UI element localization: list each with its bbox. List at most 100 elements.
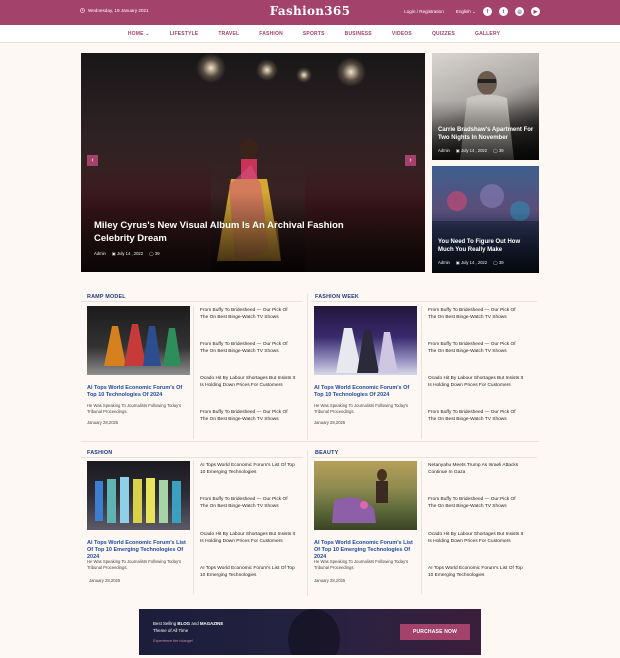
hero-date-wrap: ▣ July 14 , 2022 xyxy=(112,251,143,256)
side-post-date-wrap: ▣ July 14 , 2022 xyxy=(456,148,487,153)
login-link[interactable]: Login / Registration xyxy=(404,9,444,14)
list-item[interactable]: Ocado Hit By Labour Shortages But Insist… xyxy=(200,376,296,390)
nav-fashion[interactable]: FASHION xyxy=(259,31,283,37)
column-divider xyxy=(193,306,194,439)
list-item[interactable]: From Buffy To Bridesheed — Our Pick Of T… xyxy=(200,410,296,424)
side-post-meta: Admin ▣ July 14 , 2022 ◯ 39 xyxy=(438,260,504,265)
side-post[interactable]: You Need To Figure Out How Much You Real… xyxy=(432,166,539,273)
facebook-icon[interactable]: f xyxy=(483,7,492,16)
list-item[interactable]: From Buffy To Bridesheed — Our Pick Of T… xyxy=(428,308,524,322)
chevron-down-icon: ⌄ xyxy=(472,8,476,14)
side-post-author: Admin xyxy=(438,148,450,153)
side-post-comments: 39 xyxy=(498,260,504,265)
purchase-now-button[interactable]: PURCHASE NOW xyxy=(400,624,470,640)
comment-icon: ◯ xyxy=(149,251,154,256)
column-divider xyxy=(421,461,422,594)
twitter-icon[interactable]: t xyxy=(499,7,508,16)
feature-title[interactable]: AI Tops World Economic Forum's List Of T… xyxy=(314,540,418,561)
language-select[interactable]: English ⌄ xyxy=(456,9,476,15)
main-nav: HOME ⌄ LIFESTYLE TRAVEL FASHION SPORTS B… xyxy=(0,25,620,43)
column-divider xyxy=(193,461,194,594)
feature-thumbnail[interactable] xyxy=(87,461,190,530)
chevron-down-icon: ⌄ xyxy=(145,31,150,37)
feature-thumbnail[interactable] xyxy=(314,306,417,375)
side-post-title[interactable]: Carrie Bradshaw's Apartment For Two Nigh… xyxy=(438,126,536,142)
hero-meta: Admin ▣ July 14 , 2022 ◯ 39 xyxy=(94,251,160,256)
hero-title[interactable]: Miley Cyrus's New Visual Album Is An Arc… xyxy=(94,219,384,245)
side-post[interactable]: Carrie Bradshaw's Apartment For Two Nigh… xyxy=(432,53,539,160)
side-post-date: July 14 , 2022 xyxy=(461,148,488,153)
list-item[interactable]: AI Tops World Economic Forum's List Of T… xyxy=(200,463,296,477)
banner-line2: Theme of All Time xyxy=(153,627,189,633)
list-item[interactable]: From Buffy To Bridesheed — Our Pick Of T… xyxy=(200,497,296,511)
nav-gallery[interactable]: GALLERY xyxy=(475,31,500,37)
nav-business[interactable]: BUSINESS xyxy=(345,31,372,37)
feature-image xyxy=(95,477,181,523)
calendar-icon: ▣ xyxy=(455,148,460,153)
slider-next-button[interactable]: › xyxy=(405,155,416,166)
nav-sports[interactable]: SPORTS xyxy=(303,31,325,37)
section-divider xyxy=(311,301,537,302)
list-item[interactable]: From Buffy To Bridesheed — Our Pick Of T… xyxy=(200,308,296,322)
hero-slider[interactable]: ‹ › Miley Cyrus's New Visual Album Is An… xyxy=(81,53,425,272)
side-post-date: July 14 , 2022 xyxy=(461,260,488,265)
banner-line1-prefix: Best Selling xyxy=(153,621,178,626)
feature-image xyxy=(332,469,388,523)
side-post-meta: Admin ▣ July 14 , 2022 ◯ 39 xyxy=(438,148,504,153)
list-item[interactable]: AI Tops World Economic Forum's List Of T… xyxy=(428,566,524,580)
list-item[interactable]: From Buffy To Bridesheed — Our Pick Of T… xyxy=(200,342,296,356)
header-actions: Login / Registration English ⌄ f t ◎ ▶ xyxy=(404,7,540,16)
banner-subtext: Experience the change! xyxy=(153,639,193,643)
feature-date: January 28,2025 xyxy=(314,578,346,583)
section-divider xyxy=(81,457,303,458)
section-heading[interactable]: FASHION xyxy=(87,450,112,456)
feature-description: He Was Speaking To Journalists Following… xyxy=(314,559,409,570)
side-post-author: Admin xyxy=(438,260,450,265)
list-item[interactable]: From Buffy To Bridesheed — Our Pick Of T… xyxy=(428,410,524,424)
slider-prev-button[interactable]: ‹ xyxy=(87,155,98,166)
feature-title[interactable]: AI Tops World Economic Forum's Of Top 10… xyxy=(87,385,191,399)
feature-image xyxy=(336,328,398,373)
feature-description: He Was Speaking To Journalists Following… xyxy=(87,403,182,414)
nav-lifestyle[interactable]: LIFESTYLE xyxy=(170,31,199,37)
side-post-comments-wrap: ◯ 39 xyxy=(493,148,504,153)
comment-icon: ◯ xyxy=(493,260,498,265)
column-divider xyxy=(421,306,422,439)
youtube-icon[interactable]: ▶ xyxy=(531,7,540,16)
section-divider xyxy=(81,301,303,302)
section-heading[interactable]: RAMP MODEL xyxy=(87,294,126,300)
feature-description: He Was Speaking To Journalists Following… xyxy=(87,559,182,570)
side-post-comments: 39 xyxy=(498,148,504,153)
hero-comments: 39 xyxy=(154,251,160,256)
nav-home-label: HOME xyxy=(127,31,144,37)
list-item[interactable]: From Buffy To Bridesheed — Our Pick Of T… xyxy=(428,497,524,511)
feature-thumbnail[interactable] xyxy=(87,306,190,375)
nav-home[interactable]: HOME ⌄ xyxy=(128,31,150,37)
section-divider-vertical xyxy=(307,294,308,440)
list-item[interactable]: Ocado Hit By Labour Shortages But Insist… xyxy=(428,376,524,390)
section-divider xyxy=(311,457,537,458)
feature-title[interactable]: AI Tops World Economic Forum's Of Top 10… xyxy=(314,385,418,399)
nav-travel[interactable]: TRAVEL xyxy=(218,31,239,37)
list-item[interactable]: From Buffy To Bridesheed — Our Pick Of T… xyxy=(428,342,524,356)
banner-blog: BLOG xyxy=(177,621,191,626)
list-item[interactable]: Ocado Hit By Labour Shortages But Insist… xyxy=(200,532,296,546)
nav-items: HOME ⌄ LIFESTYLE TRAVEL FASHION SPORTS B… xyxy=(0,31,620,37)
feature-title[interactable]: AI Tops World Economic Forum's List Of T… xyxy=(87,540,191,561)
promo-banner[interactable]: Best Selling BLOG and MAGAZINE Theme of … xyxy=(139,609,481,655)
side-post-title[interactable]: You Need To Figure Out How Much You Real… xyxy=(438,238,536,254)
section-heading[interactable]: BEAUTY xyxy=(315,450,338,456)
section-heading[interactable]: FASHION WEEK xyxy=(315,294,359,300)
list-item[interactable]: Netanyahu Meets Trump As Israeli Attacks… xyxy=(428,463,524,477)
feature-thumbnail[interactable] xyxy=(314,461,417,530)
language-label: English xyxy=(455,8,471,14)
list-item[interactable]: Ocado Hit By Labour Shortages But Insist… xyxy=(428,532,524,546)
section-divider-vertical xyxy=(307,450,308,596)
nav-quizzes[interactable]: QUIZZES xyxy=(432,31,455,37)
hero-author: Admin xyxy=(94,251,106,256)
nav-videos[interactable]: VIDEOS xyxy=(392,31,412,37)
feature-date: January 28,2025 xyxy=(89,578,121,583)
list-item[interactable]: AI Tops World Economic Forum's List Of T… xyxy=(200,566,296,580)
feature-image xyxy=(104,324,181,366)
instagram-icon[interactable]: ◎ xyxy=(515,7,524,16)
